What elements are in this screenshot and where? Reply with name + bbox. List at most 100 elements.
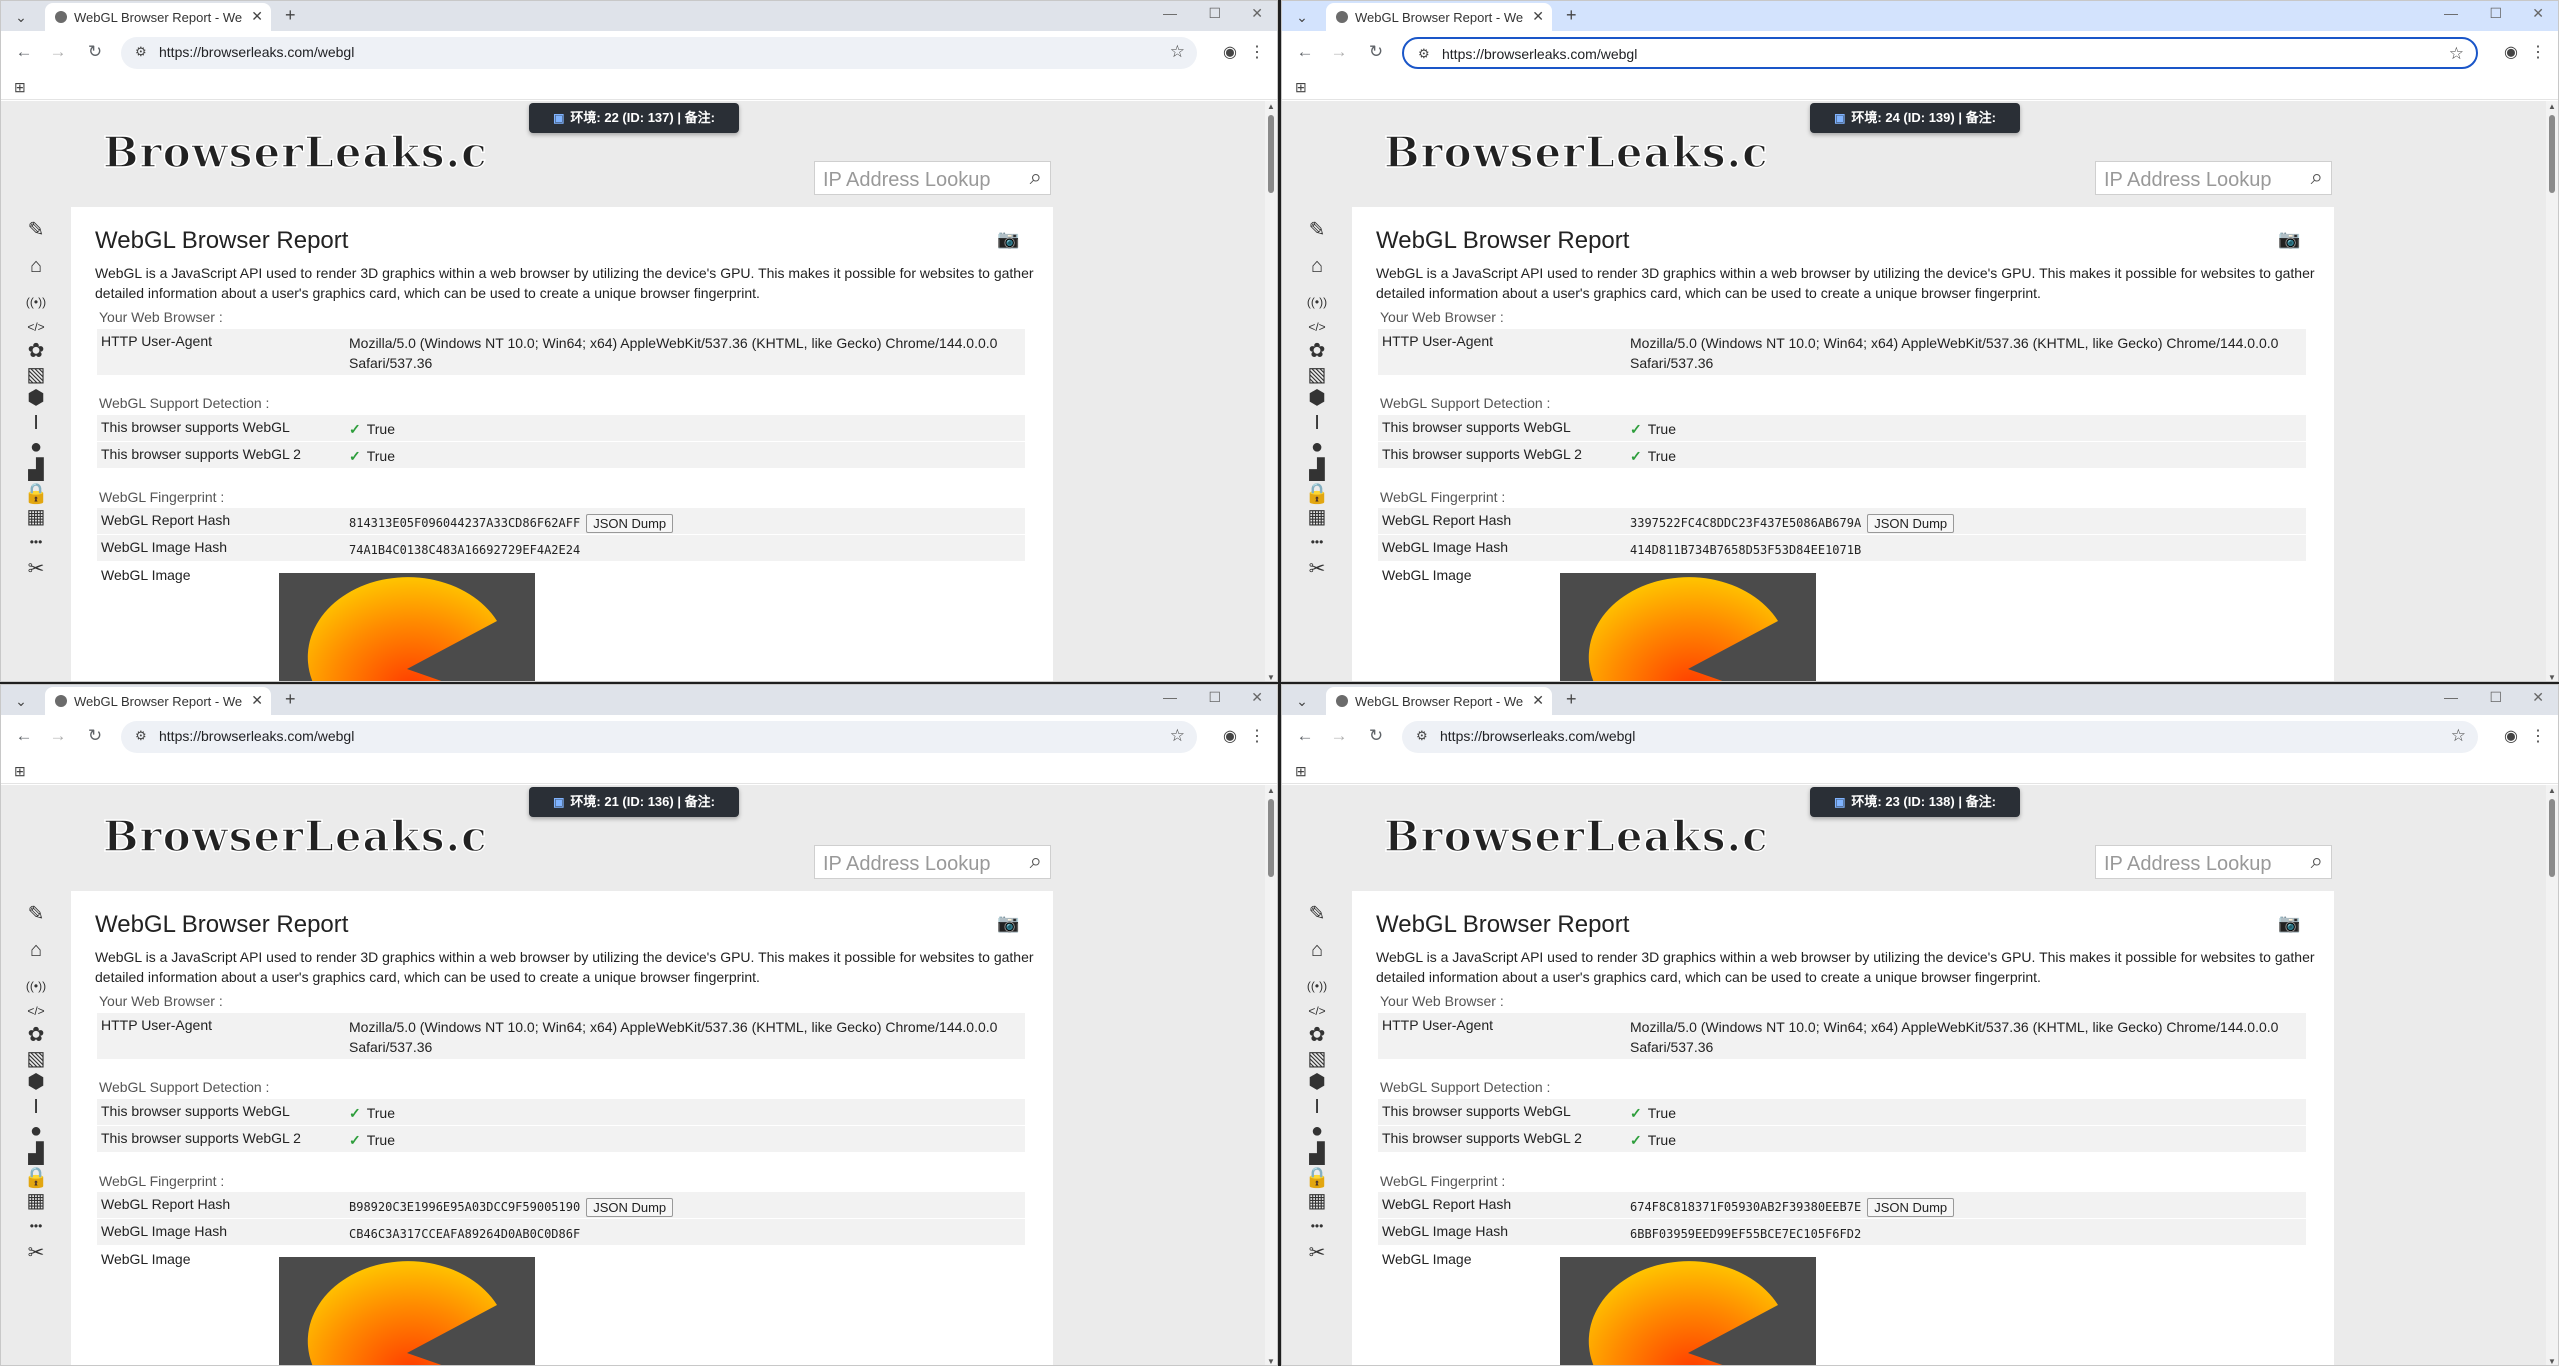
scrollbar-thumb[interactable] [2549,115,2555,193]
stamp-icon[interactable]: ✿ [19,1024,53,1046]
scrollbar-thumb[interactable] [1268,115,1274,193]
ip-lookup-search[interactable]: IP Address Lookup ⌕ [2095,161,2332,195]
bookmark-star-icon[interactable]: ☆ [1170,726,1185,746]
site-info-icon[interactable]: ⚙ [135,44,147,60]
lock-icon[interactable]: 🔒 [19,483,53,505]
tools-icon[interactable]: ✂ [1300,558,1334,580]
site-info-icon[interactable]: ⚙ [1416,728,1428,744]
firewall-icon[interactable]: ▦ [19,1190,53,1212]
pin-icon[interactable]: ✎ [19,903,53,925]
page-scrollbar[interactable]: ▲ ▼ [1265,785,1277,1365]
profile-icon[interactable]: ◉ [2504,726,2518,746]
ip-lookup-search[interactable]: IP Address Lookup ⌕ [814,161,1051,195]
minimize-icon[interactable]: — [2444,5,2458,21]
scroll-down-icon[interactable]: ▼ [1267,673,1275,681]
search-icon[interactable]: ⌕ [1030,164,1042,190]
code-icon[interactable]: </> [1300,316,1334,338]
broadcast-icon[interactable]: ((•)) [1300,291,1334,313]
scroll-up-icon[interactable]: ▲ [1267,102,1275,111]
more-icon[interactable]: ••• [1300,1215,1334,1237]
more-icon[interactable]: ••• [1300,531,1334,553]
kebab-menu-icon[interactable]: ⋮ [2530,42,2546,62]
scroll-up-icon[interactable]: ▲ [1267,786,1275,795]
image-icon[interactable]: ▧ [1300,364,1334,386]
lock-icon[interactable]: 🔒 [1300,1167,1334,1189]
chart-icon[interactable]: ▟ [19,459,53,481]
reload-icon[interactable]: ↻ [84,726,106,746]
bookmark-star-icon[interactable]: ☆ [1170,42,1185,62]
forward-arrow-icon[interactable]: → [1328,726,1350,746]
scroll-up-icon[interactable]: ▲ [2548,786,2556,795]
scrollbar-thumb[interactable] [1268,799,1274,877]
firewall-icon[interactable]: ▦ [1300,1190,1334,1212]
lock-icon[interactable]: 🔒 [1300,483,1334,505]
text-cursor-icon[interactable]: I [1300,1096,1334,1118]
maximize-icon[interactable]: ☐ [1208,5,1221,22]
camera-icon[interactable]: 📷 [2278,229,2300,250]
forward-arrow-icon[interactable]: → [1328,42,1350,62]
tab-search-button[interactable]: ⌄ [1290,8,1314,26]
tools-icon[interactable]: ✂ [19,558,53,580]
tools-icon[interactable]: ✂ [19,1242,53,1264]
address-bar[interactable]: ⚙ https://browserleaks.com/webgl ☆ [1402,721,2478,753]
pin-icon[interactable]: ✎ [19,219,53,241]
stamp-icon[interactable]: ✿ [1300,1024,1334,1046]
scroll-down-icon[interactable]: ▼ [2548,1357,2556,1365]
code-icon[interactable]: </> [19,316,53,338]
browser-tab[interactable]: WebGL Browser Report - We ✕ [1326,687,1552,715]
forward-arrow-icon[interactable]: → [47,726,69,746]
back-arrow-icon[interactable]: ← [13,42,35,62]
code-icon[interactable]: </> [1300,1000,1334,1022]
scroll-down-icon[interactable]: ▼ [2548,673,2556,681]
location-icon[interactable]: ● [1300,436,1334,458]
back-arrow-icon[interactable]: ← [1294,42,1316,62]
address-bar[interactable]: ⚙ https://browserleaks.com/webgl ☆ [121,721,1197,753]
minimize-icon[interactable]: — [1163,5,1177,21]
broadcast-icon[interactable]: ((•)) [19,291,53,313]
json-dump-button[interactable]: JSON Dump [1867,513,1955,533]
maximize-icon[interactable]: ☐ [2489,689,2502,706]
scroll-up-icon[interactable]: ▲ [2548,102,2556,111]
more-icon[interactable]: ••• [19,1215,53,1237]
ip-lookup-search[interactable]: IP Address Lookup ⌕ [814,845,1051,879]
cube-icon[interactable]: ⬢ [19,1071,53,1093]
pin-icon[interactable]: ✎ [1300,219,1334,241]
tab-search-button[interactable]: ⌄ [9,8,33,26]
bookmark-star-icon[interactable]: ☆ [2449,44,2464,64]
kebab-menu-icon[interactable]: ⋮ [2530,726,2546,746]
browserleaks-logo[interactable]: BrowserLeaks.com [97,123,487,179]
browserleaks-logo[interactable]: BrowserLeaks.com [1378,123,1768,179]
chart-icon[interactable]: ▟ [1300,1143,1334,1165]
reload-icon[interactable]: ↻ [1365,726,1387,746]
cube-icon[interactable]: ⬢ [19,387,53,409]
tools-icon[interactable]: ✂ [1300,1242,1334,1264]
apps-grid-icon[interactable]: ⊞ [1295,763,1307,780]
stamp-icon[interactable]: ✿ [1300,340,1334,362]
tab-close-icon[interactable]: ✕ [1532,692,1544,709]
maximize-icon[interactable]: ☐ [2489,5,2502,22]
new-tab-button[interactable]: + [1566,689,1577,710]
location-icon[interactable]: ● [1300,1120,1334,1142]
tab-close-icon[interactable]: ✕ [251,692,263,709]
kebab-menu-icon[interactable]: ⋮ [1249,42,1265,62]
minimize-icon[interactable]: — [2444,689,2458,705]
page-scrollbar[interactable]: ▲ ▼ [1265,101,1277,681]
window-close-icon[interactable]: ✕ [2532,5,2544,22]
browserleaks-logo[interactable]: BrowserLeaks.com [97,807,487,863]
camera-icon[interactable]: 📷 [997,229,1019,250]
json-dump-button[interactable]: JSON Dump [586,1197,674,1217]
window-close-icon[interactable]: ✕ [1251,689,1263,706]
home-icon[interactable]: ⌂ [19,939,53,961]
chart-icon[interactable]: ▟ [19,1143,53,1165]
camera-icon[interactable]: 📷 [2278,913,2300,934]
location-icon[interactable]: ● [19,436,53,458]
image-icon[interactable]: ▧ [19,364,53,386]
text-cursor-icon[interactable]: I [19,412,53,434]
reload-icon[interactable]: ↻ [1365,42,1387,62]
window-close-icon[interactable]: ✕ [1251,5,1263,22]
json-dump-button[interactable]: JSON Dump [1867,1197,1955,1217]
back-arrow-icon[interactable]: ← [1294,726,1316,746]
back-arrow-icon[interactable]: ← [13,726,35,746]
firewall-icon[interactable]: ▦ [1300,506,1334,528]
apps-grid-icon[interactable]: ⊞ [14,79,26,96]
